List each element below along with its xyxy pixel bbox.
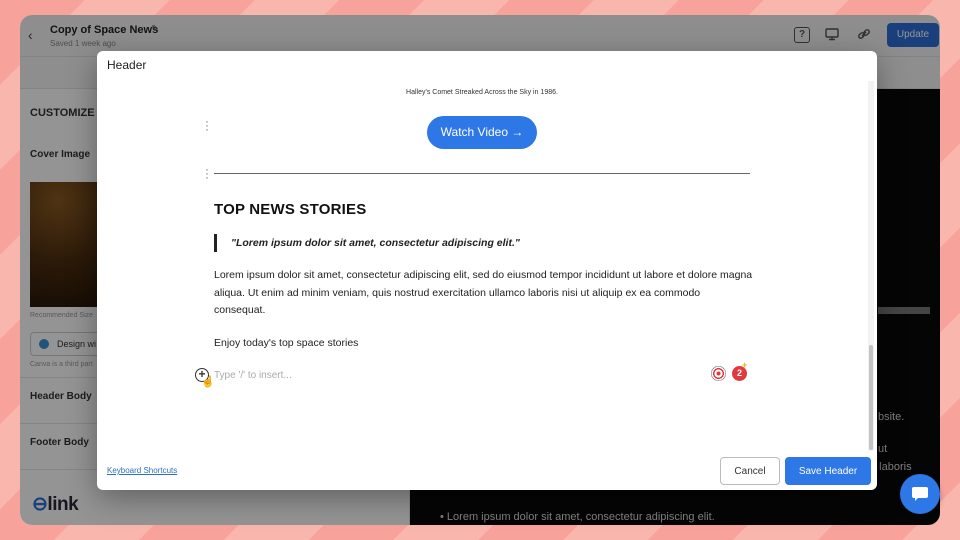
- insert-block-input[interactable]: [214, 367, 514, 383]
- chat-support-button[interactable]: [900, 474, 940, 514]
- news-heading[interactable]: TOP NEWS STORIES: [214, 201, 366, 218]
- target-icon[interactable]: [711, 366, 726, 381]
- scrollbar-thumb[interactable]: [869, 345, 873, 450]
- watch-video-button[interactable]: Watch Video →: [427, 116, 537, 149]
- modal-title: Header: [107, 58, 147, 72]
- sparkle-icon: +: [742, 360, 748, 370]
- cancel-button[interactable]: Cancel: [720, 457, 780, 485]
- save-header-button[interactable]: Save Header: [785, 457, 871, 485]
- keyboard-shortcuts-link[interactable]: Keyboard Shortcuts: [107, 466, 177, 475]
- body-paragraph[interactable]: Lorem ipsum dolor sit amet, consectetur …: [214, 267, 754, 320]
- enjoy-text[interactable]: Enjoy today's top space stories: [214, 337, 358, 349]
- chat-icon-tail: [915, 497, 919, 501]
- blockquote[interactable]: "Lorem ipsum dolor sit amet, consectetur…: [214, 234, 520, 252]
- header-editor-modal: Header Halley's Comet Streaked Across th…: [97, 51, 877, 490]
- drag-handle-icon[interactable]: · · ·: [204, 163, 210, 183]
- image-caption[interactable]: Halley's Comet Streaked Across the Sky i…: [214, 89, 750, 96]
- pointer-cursor-icon: ☝: [201, 376, 215, 388]
- drag-handle-icon[interactable]: · · ·: [204, 115, 210, 135]
- content-divider: [214, 173, 750, 174]
